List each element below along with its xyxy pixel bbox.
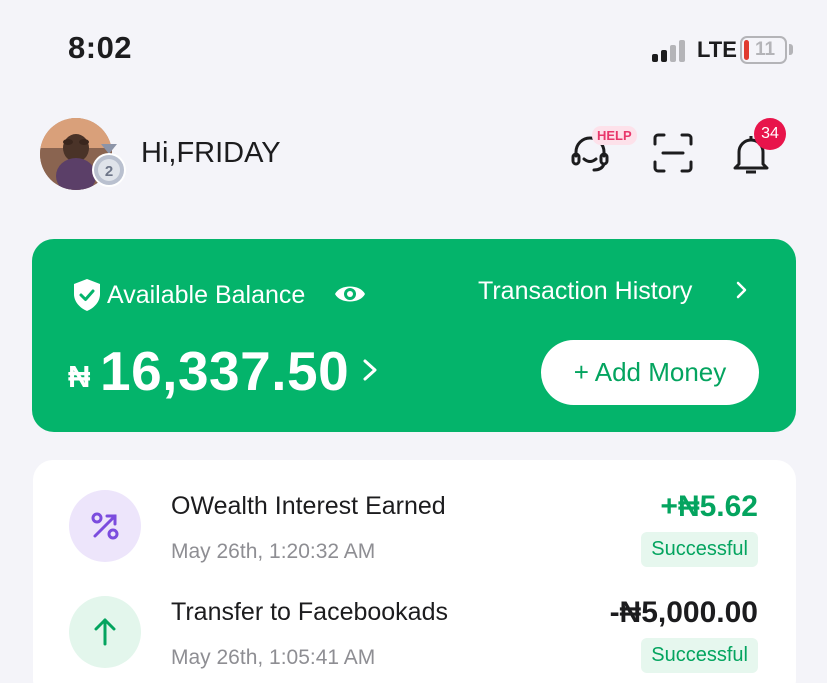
transaction-time: May 26th, 1:05:41 AM xyxy=(171,646,376,669)
balance-card: Available Balance Transaction History ₦ … xyxy=(32,239,796,432)
add-money-button[interactable]: + Add Money xyxy=(541,340,759,405)
status-badge: Successful xyxy=(641,638,758,673)
balance-chevron-icon[interactable] xyxy=(360,355,380,385)
transaction-amount: -₦5,000.00 xyxy=(609,596,758,629)
chevron-right-icon[interactable] xyxy=(735,279,749,308)
currency-symbol: ₦ xyxy=(68,359,91,394)
transaction-time: May 26th, 1:20:32 AM xyxy=(171,540,376,563)
eye-icon[interactable] xyxy=(334,281,366,307)
transaction-history-link[interactable]: Transaction History xyxy=(478,277,692,306)
signal-icon xyxy=(652,38,690,62)
transaction-amount: +₦5.62 xyxy=(660,490,758,523)
percent-icon xyxy=(69,490,141,562)
status-time: 8:02 xyxy=(68,30,133,65)
balance-label: Available Balance xyxy=(107,281,306,309)
notification-badge: 34 xyxy=(754,118,786,150)
battery-icon: 11 xyxy=(740,36,787,64)
balance-amount[interactable]: 16,337.50 xyxy=(100,339,349,403)
transaction-row[interactable]: OWealth Interest Earned May 26th, 1:20:3… xyxy=(33,478,796,584)
greeting: Hi,FRIDAY xyxy=(141,137,281,169)
shield-check-icon xyxy=(72,278,102,312)
transactions-list: OWealth Interest Earned May 26th, 1:20:3… xyxy=(33,460,796,683)
arrow-up-icon xyxy=(69,596,141,668)
level-badge-icon: 2 xyxy=(88,142,130,190)
transaction-title: Transfer to Facebookads xyxy=(171,598,448,626)
network-type: LTE xyxy=(697,37,737,62)
level-badge-number: 2 xyxy=(105,163,113,180)
transaction-title: OWealth Interest Earned xyxy=(171,492,446,520)
scan-icon[interactable] xyxy=(653,133,693,173)
status-badge: Successful xyxy=(641,532,758,567)
battery-level: 11 xyxy=(754,39,776,60)
status-bar: 8:02 LTE 11 xyxy=(0,0,827,100)
transaction-row[interactable]: Transfer to Facebookads May 26th, 1:05:4… xyxy=(33,584,796,683)
help-tag[interactable]: HELP xyxy=(592,126,637,145)
